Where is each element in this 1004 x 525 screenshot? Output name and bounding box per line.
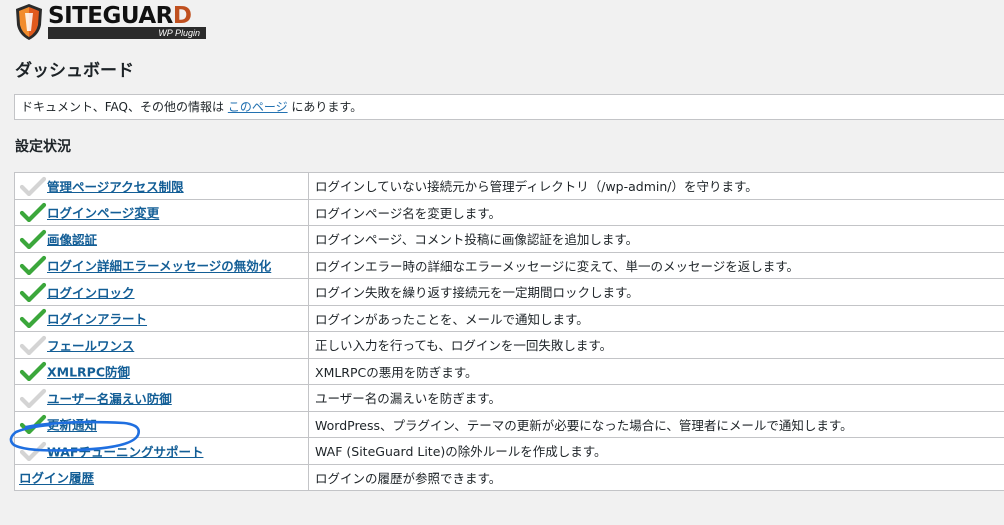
feature-link[interactable]: ユーザー名漏えい防御 bbox=[47, 391, 172, 406]
feature-link[interactable]: ログイン詳細エラーメッセージの無効化 bbox=[47, 259, 271, 274]
feature-link[interactable]: ログインページ変更 bbox=[47, 206, 159, 221]
shield-logo-icon bbox=[16, 4, 42, 40]
enabled-check-icon bbox=[19, 202, 47, 223]
feature-link[interactable]: 管理ページアクセス制限 bbox=[47, 179, 184, 194]
feature-description: WAF (SiteGuard Lite)の除外ルールを作成します。 bbox=[308, 437, 1004, 465]
feature-link[interactable]: 更新通知 bbox=[47, 418, 97, 433]
feature-link[interactable]: ログインロック bbox=[47, 285, 135, 300]
feature-name-cell: XMLRPC防御 bbox=[14, 358, 309, 385]
feature-row: XMLRPC防御 XMLRPCの悪用を防ぎます。 bbox=[14, 358, 1004, 385]
feature-description: ログインページ名を変更します。 bbox=[308, 199, 1004, 226]
feature-row: ログインページ変更 ログインページ名を変更します。 bbox=[14, 199, 1004, 226]
brand-subtitle: WP Plugin bbox=[48, 27, 206, 39]
feature-description: ログイン失敗を繰り返す接続元を一定期間ロックします。 bbox=[308, 278, 1004, 306]
feature-name-cell: 更新通知 bbox=[14, 411, 309, 438]
enabled-check-icon bbox=[19, 229, 47, 249]
brand-name: SITEGUARD bbox=[48, 3, 192, 29]
feature-link[interactable]: WAFチューニングサポート bbox=[47, 444, 203, 459]
enabled-check-icon bbox=[19, 282, 47, 302]
disabled-check-icon bbox=[19, 388, 47, 408]
feature-link[interactable]: XMLRPC防御 bbox=[47, 365, 130, 380]
feature-row: ログインアラート ログインがあったことを、メールで通知します。 bbox=[14, 305, 1004, 332]
feature-link[interactable]: フェールワンス bbox=[47, 338, 134, 353]
notice-prefix: ドキュメント、FAQ、その他の情報は bbox=[21, 100, 228, 114]
feature-row: 画像認証 ログインページ、コメント投稿に画像認証を追加します。 bbox=[14, 225, 1004, 253]
disabled-check-icon bbox=[19, 441, 47, 461]
feature-name-cell: ログインロック bbox=[14, 278, 309, 306]
notice-suffix: にあります。 bbox=[287, 100, 363, 114]
disabled-check-icon bbox=[19, 176, 47, 196]
section-title: 設定状況 bbox=[15, 139, 71, 155]
page-title: ダッシュボード bbox=[15, 61, 134, 81]
feature-status-table: 管理ページアクセス制限 ログインしていない接続元から管理ディレクトリ（/wp-ad… bbox=[14, 172, 1004, 491]
feature-name-cell: ログインページ変更 bbox=[14, 199, 309, 226]
feature-name-cell: ユーザー名漏えい防御 bbox=[14, 384, 309, 412]
feature-description: ログインしていない接続元から管理ディレクトリ（/wp-admin/）を守ります。 bbox=[308, 172, 1004, 200]
feature-description: ログインがあったことを、メールで通知します。 bbox=[308, 305, 1004, 332]
feature-name-cell: 管理ページアクセス制限 bbox=[14, 172, 309, 200]
feature-row: WAFチューニングサポート WAF (SiteGuard Lite)の除外ルールを… bbox=[14, 437, 1004, 465]
disabled-check-icon bbox=[19, 335, 47, 355]
feature-description: WordPress、プラグイン、テーマの更新が必要になった場合に、管理者にメール… bbox=[308, 411, 1004, 438]
feature-name-cell: ログイン詳細エラーメッセージの無効化 bbox=[14, 252, 309, 279]
feature-link[interactable]: ログインアラート bbox=[47, 312, 147, 327]
enabled-check-icon bbox=[19, 308, 47, 329]
feature-name-cell: WAFチューニングサポート bbox=[14, 437, 309, 465]
feature-name-cell: フェールワンス bbox=[14, 331, 309, 359]
feature-row: ユーザー名漏えい防御 ユーザー名の漏えいを防ぎます。 bbox=[14, 384, 1004, 412]
feature-row: ログイン詳細エラーメッセージの無効化 ログインエラー時の詳細なエラーメッセージに変… bbox=[14, 252, 1004, 279]
enabled-check-icon bbox=[19, 255, 47, 276]
feature-description: ログインページ、コメント投稿に画像認証を追加します。 bbox=[308, 225, 1004, 253]
feature-row: 更新通知 WordPress、プラグイン、テーマの更新が必要になった場合に、管理者… bbox=[14, 411, 1004, 438]
feature-row: 管理ページアクセス制限 ログインしていない接続元から管理ディレクトリ（/wp-ad… bbox=[14, 172, 1004, 200]
feature-description: ログインの履歴が参照できます。 bbox=[308, 464, 1004, 491]
feature-row: ログインロック ログイン失敗を繰り返す接続元を一定期間ロックします。 bbox=[14, 278, 1004, 306]
feature-row: フェールワンス 正しい入力を行っても、ログインを一回失敗します。 bbox=[14, 331, 1004, 359]
notice-link[interactable]: このページ bbox=[228, 100, 288, 114]
feature-name-cell: 画像認証 bbox=[14, 225, 309, 253]
enabled-check-icon bbox=[19, 414, 47, 435]
siteguard-logo: SITEGUARD WP Plugin bbox=[14, 3, 206, 43]
feature-name-cell: ログインアラート bbox=[14, 305, 309, 332]
feature-description: ユーザー名の漏えいを防ぎます。 bbox=[308, 384, 1004, 412]
feature-link[interactable]: 画像認証 bbox=[47, 232, 97, 247]
info-notice: ドキュメント、FAQ、その他の情報は このページ にあります。 bbox=[14, 94, 1004, 120]
feature-description: 正しい入力を行っても、ログインを一回失敗します。 bbox=[308, 331, 1004, 359]
feature-description: ログインエラー時の詳細なエラーメッセージに変えて、単一のメッセージを返します。 bbox=[308, 252, 1004, 279]
feature-description: XMLRPCの悪用を防ぎます。 bbox=[308, 358, 1004, 385]
feature-row: ログイン履歴 ログインの履歴が参照できます。 bbox=[14, 464, 1004, 491]
enabled-check-icon bbox=[19, 361, 47, 382]
feature-link[interactable]: ログイン履歴 bbox=[19, 471, 94, 486]
feature-name-cell: ログイン履歴 bbox=[14, 464, 309, 491]
